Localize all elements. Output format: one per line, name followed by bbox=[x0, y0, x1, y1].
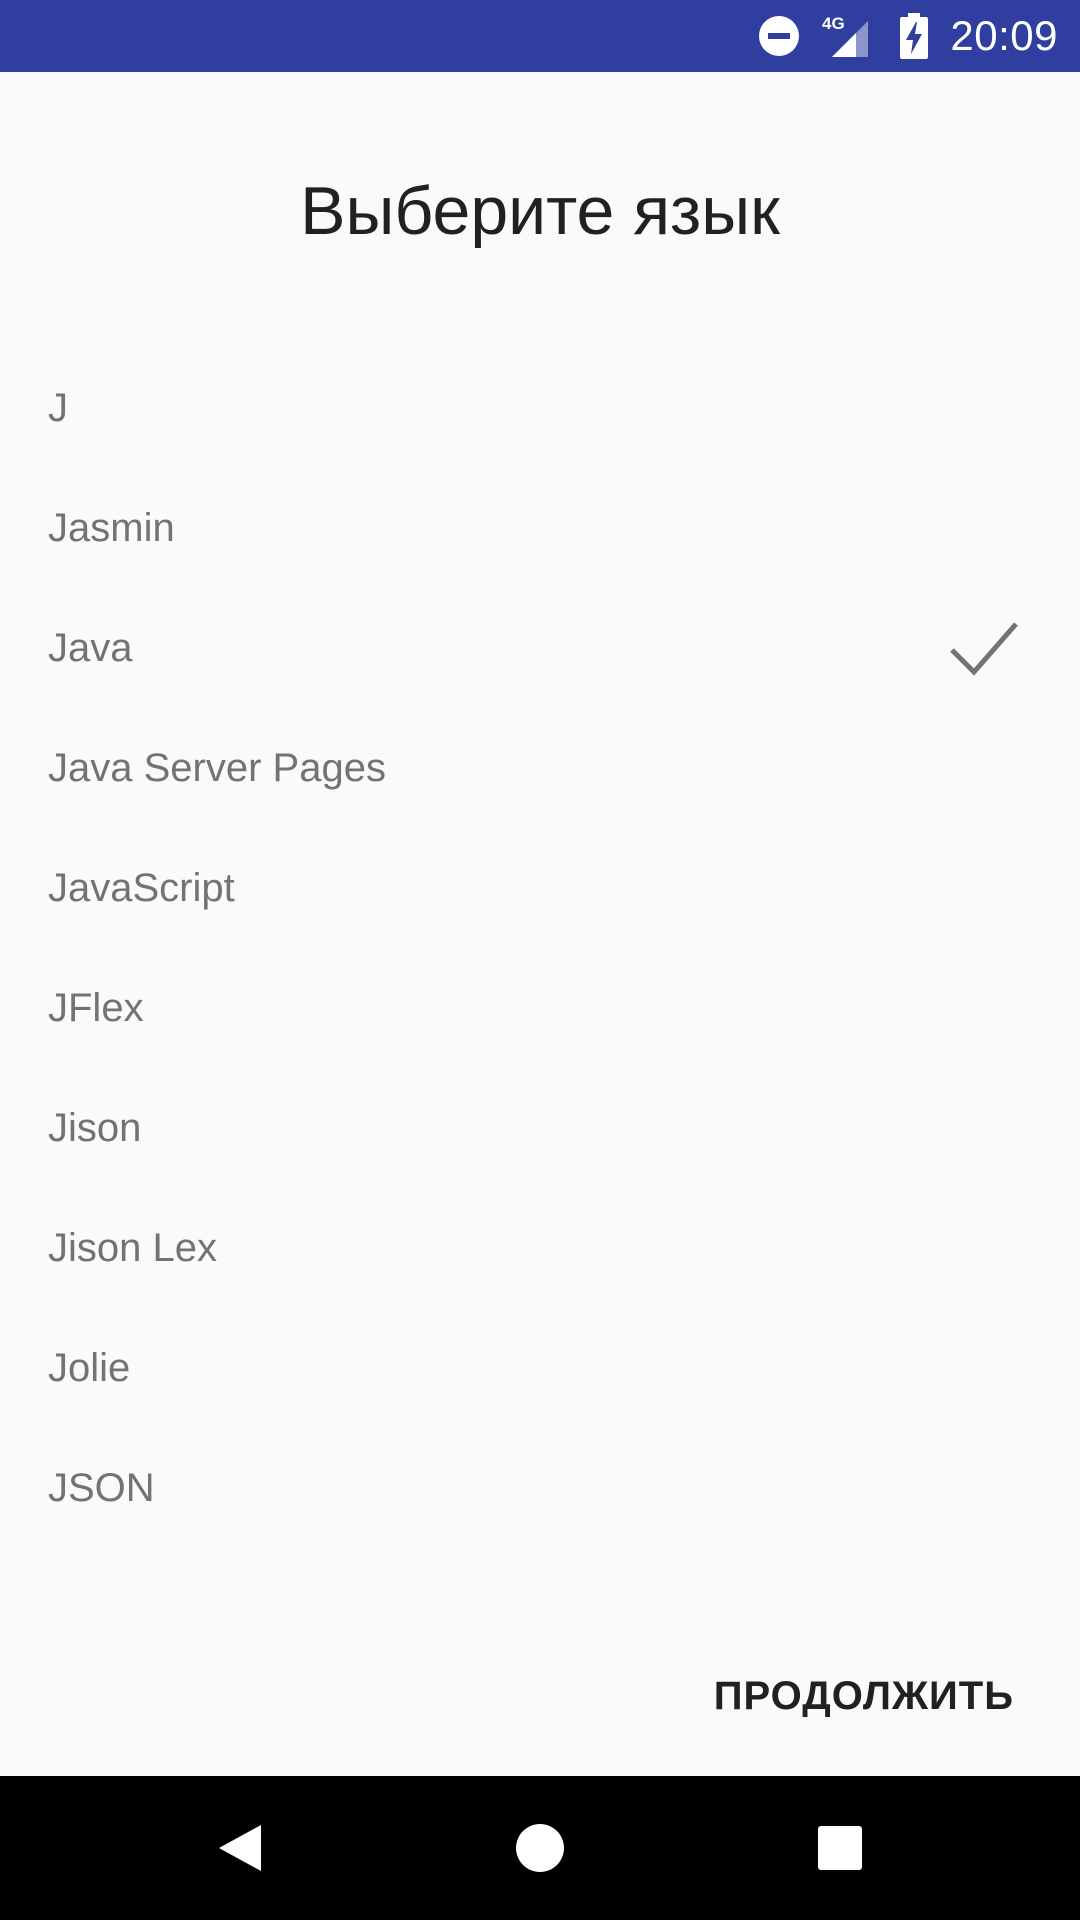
network-type-label: 4G bbox=[822, 14, 845, 33]
language-label: JavaScript bbox=[48, 865, 235, 910]
language-label: J bbox=[48, 385, 68, 430]
language-label: Jasmin bbox=[48, 505, 175, 550]
status-bar: 4G 20:09 bbox=[0, 0, 1080, 72]
language-item-javascript[interactable]: JavaScript bbox=[0, 828, 1080, 948]
language-label: Jison bbox=[48, 1105, 142, 1150]
recents-icon bbox=[818, 1826, 862, 1870]
continue-button[interactable]: ПРОДОЛЖИТЬ bbox=[708, 1652, 1020, 1740]
status-time: 20:09 bbox=[950, 12, 1058, 59]
page-title: Выберите язык bbox=[300, 173, 780, 249]
signal-icon: 4G bbox=[822, 13, 878, 59]
status-icons: 4G 20:09 bbox=[758, 0, 1058, 72]
do-not-disturb-icon bbox=[758, 15, 800, 57]
back-button[interactable] bbox=[160, 1776, 320, 1920]
language-item-jflex[interactable]: JFlex bbox=[0, 948, 1080, 1068]
language-item-jison[interactable]: Jison bbox=[0, 1068, 1080, 1188]
language-label: Jison Lex bbox=[48, 1225, 217, 1270]
language-item-java[interactable]: Java bbox=[0, 588, 1080, 708]
back-icon bbox=[219, 1825, 261, 1871]
language-label: JFlex bbox=[48, 985, 144, 1030]
language-item-java-server-pages[interactable]: Java Server Pages bbox=[0, 708, 1080, 828]
language-item-jison-lex[interactable]: Jison Lex bbox=[0, 1188, 1080, 1308]
home-icon bbox=[516, 1824, 564, 1872]
language-item-jolie[interactable]: Jolie bbox=[0, 1308, 1080, 1428]
language-label: Java bbox=[48, 625, 133, 670]
language-label: Jolie bbox=[48, 1345, 131, 1390]
language-label: JSON bbox=[48, 1465, 155, 1510]
language-label: Java Server Pages bbox=[48, 745, 386, 790]
language-item-jasmin[interactable]: Jasmin bbox=[0, 468, 1080, 588]
language-picker-screen: Выберите язык J Jasmin Java Java Server … bbox=[0, 72, 1080, 1776]
battery-charging-icon bbox=[900, 13, 929, 59]
recents-button[interactable] bbox=[760, 1776, 920, 1920]
language-list: J Jasmin Java Java Server Pages JavaScri… bbox=[0, 348, 1080, 1548]
navigation-bar bbox=[0, 1776, 1080, 1920]
language-item-json[interactable]: JSON bbox=[0, 1428, 1080, 1548]
checkmark-icon bbox=[950, 622, 1018, 676]
language-item-j[interactable]: J bbox=[0, 348, 1080, 468]
home-button[interactable] bbox=[460, 1776, 620, 1920]
